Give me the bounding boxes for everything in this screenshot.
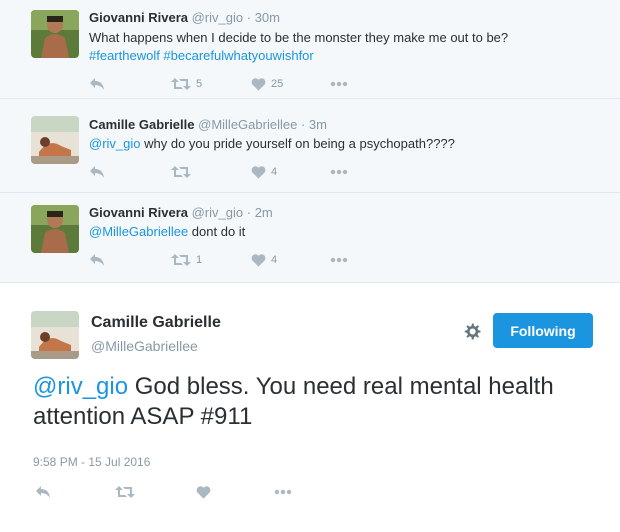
- mention-link[interactable]: @riv_gio: [33, 373, 128, 400]
- retweet-button[interactable]: 5: [171, 76, 202, 92]
- user-handle[interactable]: @riv_gio: [192, 10, 244, 25]
- tweet-time[interactable]: 2m: [255, 205, 273, 220]
- reply-icon: [90, 254, 104, 266]
- more-button[interactable]: [330, 76, 348, 92]
- tweet-header: Giovanni Rivera @riv_gio · 30m: [89, 10, 280, 25]
- more-button[interactable]: [330, 164, 348, 180]
- avatar[interactable]: [31, 311, 79, 359]
- tweet-actions: 5 25: [89, 76, 389, 92]
- reply-button[interactable]: [35, 484, 51, 500]
- retweet-icon: [115, 486, 135, 498]
- like-count: 25: [271, 78, 284, 90]
- user-handle[interactable]: @riv_gio: [192, 205, 244, 220]
- expanded-tweet: Camille Gabrielle @MilleGabriellee Follo…: [0, 295, 620, 532]
- reply-button[interactable]: [89, 164, 105, 180]
- avatar[interactable]: [31, 10, 79, 58]
- heart-icon: [251, 166, 266, 179]
- retweet-button[interactable]: [115, 484, 135, 500]
- settings-button[interactable]: [462, 322, 482, 342]
- like-button[interactable]: 4: [251, 164, 277, 180]
- like-button[interactable]: [196, 484, 211, 500]
- retweet-icon: [171, 254, 191, 266]
- display-name[interactable]: Giovanni Rivera: [89, 10, 188, 25]
- heart-icon: [196, 486, 211, 499]
- user-handle[interactable]: @MilleGabriellee: [91, 338, 198, 354]
- retweet-icon: [171, 78, 191, 90]
- hashtags[interactable]: #fearthewolf #becarefulwhatyouwishfor: [89, 48, 314, 63]
- more-button[interactable]: [274, 484, 292, 500]
- tweet-text: @riv_gio God bless. You need real mental…: [33, 372, 593, 432]
- tweet-body: What happens when I decide to be the mon…: [89, 30, 509, 45]
- tweet-header: Giovanni Rivera @riv_gio · 2m: [89, 205, 273, 220]
- tweet[interactable]: Giovanni Rivera @riv_gio · 30m What happ…: [0, 0, 620, 99]
- heart-icon: [251, 254, 266, 267]
- mention-link[interactable]: @riv_gio: [89, 136, 141, 151]
- reply-icon: [90, 166, 104, 178]
- separator: ·: [246, 205, 252, 220]
- like-button[interactable]: 25: [251, 76, 283, 92]
- like-count: 4: [271, 254, 278, 266]
- tweet-time[interactable]: 30m: [255, 10, 280, 25]
- tweet-actions: 4: [89, 164, 389, 180]
- tweet-actions: 1 4: [89, 252, 389, 268]
- reply-button[interactable]: [89, 76, 105, 92]
- tweet[interactable]: Camille Gabrielle @MilleGabriellee · 3m …: [0, 99, 620, 193]
- tweet-body: why do you pride yourself on being a psy…: [140, 136, 455, 151]
- tweet-timestamp[interactable]: 9:58 PM - 15 Jul 2016: [33, 455, 150, 469]
- tweet-time[interactable]: 3m: [309, 117, 327, 132]
- more-icon: [330, 257, 348, 263]
- tweet-text: What happens when I decide to be the mon…: [89, 29, 599, 65]
- reply-button[interactable]: [89, 252, 105, 268]
- retweet-count: 5: [196, 78, 203, 90]
- display-name[interactable]: Camille Gabrielle: [89, 117, 195, 132]
- retweet-button[interactable]: [171, 164, 196, 180]
- tweet-header: Camille Gabrielle @MilleGabriellee · 3m: [89, 117, 327, 132]
- more-icon: [330, 169, 348, 175]
- heart-icon: [251, 78, 266, 91]
- tweet-actions: [33, 484, 333, 504]
- display-name[interactable]: Camille Gabrielle: [91, 314, 221, 332]
- tweet[interactable]: Giovanni Rivera @riv_gio · 2m @MilleGabr…: [0, 193, 620, 283]
- retweet-button[interactable]: 1: [171, 252, 202, 268]
- separator: ·: [246, 10, 252, 25]
- tweet-body: dont do it: [188, 224, 246, 239]
- retweet-icon: [171, 166, 191, 178]
- like-button[interactable]: 4: [251, 252, 277, 268]
- display-name[interactable]: Giovanni Rivera: [89, 205, 188, 220]
- user-handle[interactable]: @MilleGabriellee: [198, 117, 297, 132]
- separator: ·: [300, 117, 306, 132]
- more-icon: [274, 489, 292, 495]
- avatar[interactable]: [31, 205, 79, 253]
- mention-link[interactable]: @MilleGabriellee: [89, 224, 188, 239]
- reply-icon: [36, 486, 50, 498]
- more-icon: [330, 81, 348, 87]
- avatar[interactable]: [31, 116, 79, 164]
- reply-icon: [90, 78, 104, 90]
- more-button[interactable]: [330, 252, 348, 268]
- following-button[interactable]: Following: [493, 313, 593, 348]
- tweet-text: @MilleGabriellee dont do it: [89, 223, 599, 241]
- gear-icon: [464, 323, 481, 340]
- retweet-count: 1: [196, 254, 203, 266]
- like-count: 4: [271, 166, 278, 178]
- tweet-text: @riv_gio why do you pride yourself on be…: [89, 135, 599, 153]
